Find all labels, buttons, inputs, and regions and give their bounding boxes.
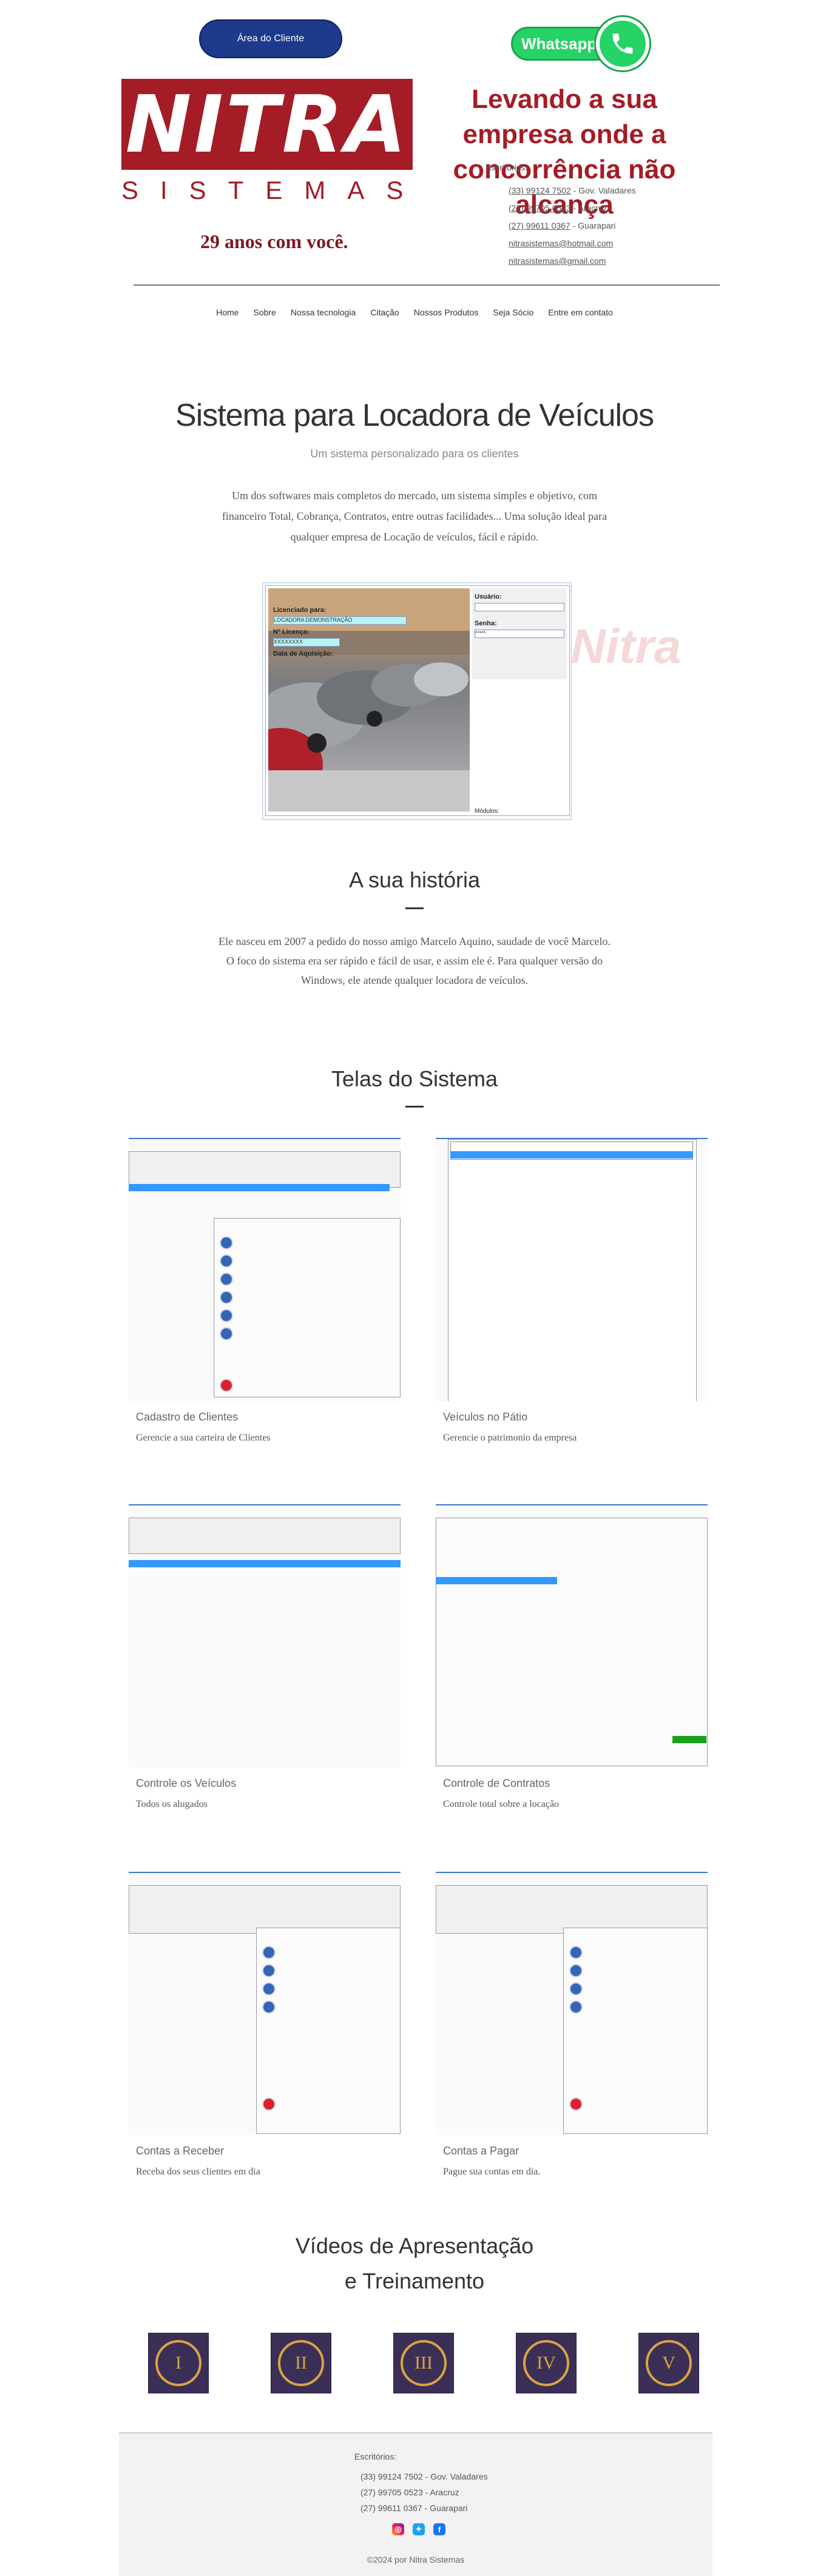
card-desc: Pague sua contas em dia. xyxy=(443,2167,541,2177)
video-button-2[interactable]: II xyxy=(271,2333,331,2393)
user-label: Usuário: xyxy=(475,593,502,600)
card-title: Veículos no Pátio xyxy=(443,1411,528,1423)
video-label: V xyxy=(646,2340,692,2386)
screens-title: Telas do Sistema xyxy=(331,1066,498,1091)
user-field[interactable] xyxy=(475,603,564,611)
instagram-icon[interactable]: ◎ xyxy=(392,2523,404,2535)
software-screenshot: Usuário: Senha: ***** Licenciado para: L… xyxy=(262,582,572,820)
contact-city: - Guarapari xyxy=(570,221,616,230)
login-panel: Usuário: Senha: ***** xyxy=(472,588,567,679)
video-label: II xyxy=(278,2340,324,2386)
nav-home[interactable]: Home xyxy=(214,308,241,317)
card-title: Controle de Contratos xyxy=(443,1777,550,1789)
card-desc: Controle total sobre a locação xyxy=(443,1799,560,1809)
email-link[interactable]: nitrasistemas@gmail.com xyxy=(509,252,636,270)
logo-sub: SISTEMAS xyxy=(121,176,425,204)
logo-main: NITRA xyxy=(121,78,413,170)
page-title: Sistema para Locadora de Veículos xyxy=(175,398,654,433)
card-title: Contas a Receber xyxy=(136,2145,225,2157)
video-label: III xyxy=(401,2340,447,2386)
footer-contact-item: (27) 99611 0367 - Guarapari xyxy=(360,2503,468,2513)
phone-link[interactable]: (27) 99705 0523 xyxy=(509,203,571,213)
footer-contact-item: (27) 99705 0523 - Aracruz xyxy=(360,2487,459,2497)
card-title: Cadastro de Clientes xyxy=(136,1411,239,1423)
main-nav: Home Sobre Nossa tecnologia Citação Noss… xyxy=(0,308,829,317)
screen-card-veiculos[interactable]: Controle os Veículos Todos os alugados xyxy=(129,1504,401,1820)
video-label: IV xyxy=(523,2340,569,2386)
page-subtitle: Um sistema personalizado para os cliente… xyxy=(310,448,519,460)
footer-contacts: (33) 99124 7502 - Gov. Valadares (27) 99… xyxy=(360,2469,488,2516)
modules-label: Módulos: xyxy=(475,808,499,815)
screen-image xyxy=(129,1138,401,1401)
nav-socio[interactable]: Seja Sócio xyxy=(490,308,536,317)
logo[interactable]: NITRA SISTEMAS xyxy=(121,78,425,204)
title-underline xyxy=(405,1106,424,1108)
nav-contato[interactable]: Entre em contato xyxy=(546,308,615,317)
card-title: Controle os Veículos xyxy=(136,1777,237,1789)
screen-image xyxy=(129,1504,401,1767)
hero-text: Um dos softwares mais completos do merca… xyxy=(222,489,607,543)
nav-produtos[interactable]: Nossos Produtos xyxy=(411,308,481,317)
history-text: Ele nasceu em 2007 a pedido do nosso ami… xyxy=(218,935,611,986)
screen-image xyxy=(129,1872,401,2135)
whatsapp-button[interactable]: Whatsapp xyxy=(511,17,652,70)
phone-link[interactable]: (33) 99124 7502 xyxy=(509,186,571,195)
video-button-4[interactable]: IV xyxy=(516,2333,577,2393)
pass-field[interactable]: ***** xyxy=(475,630,564,638)
footer: Escritórios: (33) 99124 7502 - Gov. Vala… xyxy=(119,2432,712,2576)
phone-icon xyxy=(596,17,649,70)
twitter-icon[interactable]: ✦ xyxy=(413,2523,425,2535)
phone-link[interactable]: (27) 99611 0367 xyxy=(509,221,570,230)
contact-item: (27) 99705 0523 - Aracruz xyxy=(509,200,636,217)
logo-watermark: Nitra xyxy=(570,619,682,673)
social-links: ◎ ✦ f xyxy=(392,2523,445,2535)
licensed-value: LOCADORA DEMONSTRAÇÃO xyxy=(273,616,407,625)
contact-city: - Gov. Valadares xyxy=(570,186,636,195)
contacts-list: (33) 99124 7502 - Gov. Valadares (27) 99… xyxy=(509,182,636,270)
card-desc: Gerencie a sua carteira de Clientes xyxy=(136,1433,271,1443)
email-link[interactable]: nitrasistemas@hotmail.com xyxy=(509,235,636,252)
screen-image xyxy=(436,1504,708,1767)
contact-item: (27) 99611 0367 - Guarapari xyxy=(509,217,636,235)
screen-card-receber[interactable]: Contas a Receber Receba dos seus cliente… xyxy=(129,1872,401,2187)
screen-card-contratos[interactable]: Controle de Contratos Controle total sob… xyxy=(436,1504,708,1820)
videos-title-line2: e Treinamento xyxy=(344,2268,485,2293)
screen-card-pagar[interactable]: Contas a Pagar Pague sua contas em dia. xyxy=(436,1872,708,2187)
screen-card-clientes[interactable]: Cadastro de Clientes Gerencie a sua cart… xyxy=(129,1138,401,1453)
facebook-icon[interactable]: f xyxy=(433,2523,445,2535)
pass-label: Senha: xyxy=(475,620,497,627)
contact-item: (33) 99124 7502 - Gov. Valadares xyxy=(509,182,636,200)
video-label: I xyxy=(155,2340,201,2386)
license-value: XXXXXXXX xyxy=(273,638,340,647)
area-cliente-button[interactable]: Área do Cliente xyxy=(199,19,342,58)
screen-image xyxy=(436,1872,708,2135)
licensed-label: Licenciado para: xyxy=(273,607,327,614)
videos-title-line1: Vídeos de Apresentação xyxy=(295,2233,534,2258)
card-desc: Todos os alugados xyxy=(136,1799,208,1809)
login-window: Usuário: Senha: ***** Licenciado para: L… xyxy=(265,585,570,816)
nav-tecnologia[interactable]: Nossa tecnologia xyxy=(288,308,358,317)
header-divider xyxy=(134,284,720,286)
footer-contacts-title: Escritórios: xyxy=(354,2452,397,2461)
nav-sobre[interactable]: Sobre xyxy=(251,308,278,317)
video-button-5[interactable]: V xyxy=(638,2333,699,2393)
card-title: Contas a Pagar xyxy=(443,2145,519,2157)
acq-label: Data de Aquisição: xyxy=(273,650,333,657)
years-slogan: 29 anos com você. xyxy=(200,230,348,252)
copyright: ©2024 por Nitra Sistemas xyxy=(367,2555,465,2564)
nav-citacao[interactable]: Citação xyxy=(368,308,401,317)
video-button-1[interactable]: I xyxy=(148,2333,209,2393)
card-desc: Receba dos seus clientes em dia xyxy=(136,2167,260,2177)
license-label: Nº Licença: xyxy=(273,628,310,636)
contacts-title: Escritórios: xyxy=(486,163,528,172)
card-desc: Gerencie o patrimonio da empresa xyxy=(443,1433,577,1443)
title-underline xyxy=(405,907,424,909)
video-button-3[interactable]: III xyxy=(393,2333,454,2393)
contact-city: - Aracruz xyxy=(570,203,607,213)
history-title: A sua história xyxy=(348,867,481,892)
footer-contact-item: (33) 99124 7502 - Gov. Valadares xyxy=(360,2472,488,2481)
screen-card-patio[interactable]: Veículos no Pátio Gerencie o patrimonio … xyxy=(436,1138,708,1453)
screen-image xyxy=(436,1138,708,1401)
